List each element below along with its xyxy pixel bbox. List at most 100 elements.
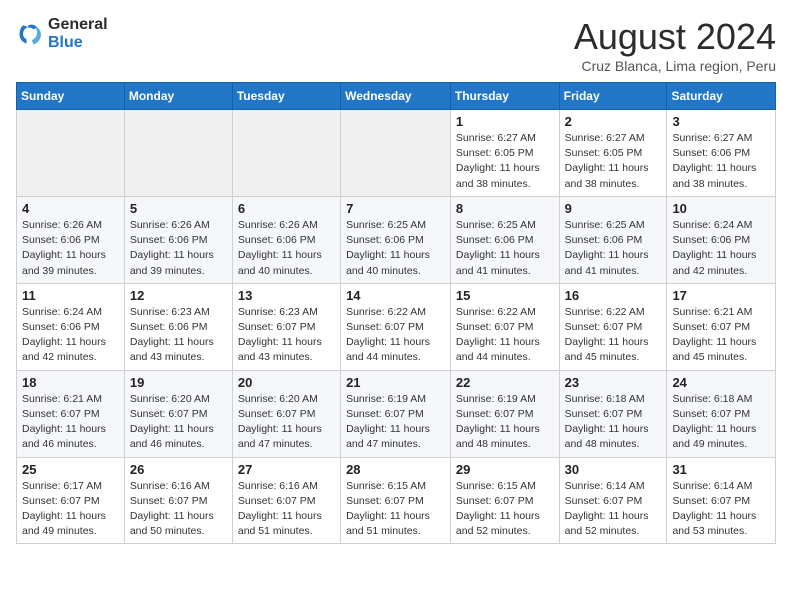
day-detail: Sunrise: 6:26 AM Sunset: 6:06 PM Dayligh… [130, 218, 227, 279]
calendar-cell [232, 110, 340, 197]
day-number: 19 [130, 375, 227, 390]
day-detail: Sunrise: 6:20 AM Sunset: 6:07 PM Dayligh… [130, 392, 227, 453]
calendar-cell: 20 Sunrise: 6:20 AM Sunset: 6:07 PM Dayli… [232, 370, 340, 457]
day-number: 5 [130, 201, 227, 216]
day-detail: Sunrise: 6:27 AM Sunset: 6:05 PM Dayligh… [565, 131, 662, 192]
calendar-cell: 28 Sunrise: 6:15 AM Sunset: 6:07 PM Dayli… [341, 457, 451, 544]
calendar-header-sunday: Sunday [17, 83, 125, 110]
day-number: 27 [238, 462, 335, 477]
day-number: 13 [238, 288, 335, 303]
day-number: 17 [672, 288, 770, 303]
day-detail: Sunrise: 6:27 AM Sunset: 6:06 PM Dayligh… [672, 131, 770, 192]
day-detail: Sunrise: 6:19 AM Sunset: 6:07 PM Dayligh… [346, 392, 445, 453]
calendar-header-friday: Friday [559, 83, 667, 110]
calendar-cell: 8 Sunrise: 6:25 AM Sunset: 6:06 PM Daylig… [450, 196, 559, 283]
day-detail: Sunrise: 6:16 AM Sunset: 6:07 PM Dayligh… [238, 479, 335, 540]
day-number: 20 [238, 375, 335, 390]
day-detail: Sunrise: 6:22 AM Sunset: 6:07 PM Dayligh… [346, 305, 445, 366]
calendar-cell: 7 Sunrise: 6:25 AM Sunset: 6:06 PM Daylig… [341, 196, 451, 283]
calendar-cell: 25 Sunrise: 6:17 AM Sunset: 6:07 PM Dayli… [17, 457, 125, 544]
location-title: Cruz Blanca, Lima region, Peru [574, 58, 776, 74]
day-number: 1 [456, 114, 554, 129]
day-detail: Sunrise: 6:15 AM Sunset: 6:07 PM Dayligh… [346, 479, 445, 540]
calendar-cell: 26Sunrise: 6:16 AM Sunset: 6:07 PM Dayli… [124, 457, 232, 544]
calendar-cell [341, 110, 451, 197]
calendar-cell: 22Sunrise: 6:19 AM Sunset: 6:07 PM Dayli… [450, 370, 559, 457]
day-number: 4 [22, 201, 119, 216]
calendar-week-row: 18 Sunrise: 6:21 AM Sunset: 6:07 PM Dayli… [17, 370, 776, 457]
day-number: 18 [22, 375, 119, 390]
calendar-cell: 10 Sunrise: 6:24 AM Sunset: 6:06 PM Dayli… [667, 196, 776, 283]
day-detail: Sunrise: 6:22 AM Sunset: 6:07 PM Dayligh… [565, 305, 662, 366]
day-detail: Sunrise: 6:14 AM Sunset: 6:07 PM Dayligh… [672, 479, 770, 540]
calendar-cell: 17 Sunrise: 6:21 AM Sunset: 6:07 PM Dayli… [667, 283, 776, 370]
day-detail: Sunrise: 6:25 AM Sunset: 6:06 PM Dayligh… [456, 218, 554, 279]
calendar-header-row: SundayMondayTuesdayWednesdayThursdayFrid… [17, 83, 776, 110]
calendar-cell: 15Sunrise: 6:22 AM Sunset: 6:07 PM Dayli… [450, 283, 559, 370]
day-number: 28 [346, 462, 445, 477]
calendar-header-saturday: Saturday [667, 83, 776, 110]
day-detail: Sunrise: 6:25 AM Sunset: 6:06 PM Dayligh… [565, 218, 662, 279]
calendar-cell: 6 Sunrise: 6:26 AM Sunset: 6:06 PM Daylig… [232, 196, 340, 283]
calendar-header-wednesday: Wednesday [341, 83, 451, 110]
calendar-cell: 27 Sunrise: 6:16 AM Sunset: 6:07 PM Dayli… [232, 457, 340, 544]
day-number: 29 [456, 462, 554, 477]
day-detail: Sunrise: 6:27 AM Sunset: 6:05 PM Dayligh… [456, 131, 554, 192]
day-number: 15 [456, 288, 554, 303]
day-number: 10 [672, 201, 770, 216]
calendar-cell: 1 Sunrise: 6:27 AM Sunset: 6:05 PM Daylig… [450, 110, 559, 197]
logo-text: General Blue [48, 16, 108, 52]
day-detail: Sunrise: 6:19 AM Sunset: 6:07 PM Dayligh… [456, 392, 554, 453]
calendar-header-monday: Monday [124, 83, 232, 110]
calendar-cell: 14Sunrise: 6:22 AM Sunset: 6:07 PM Dayli… [341, 283, 451, 370]
day-detail: Sunrise: 6:26 AM Sunset: 6:06 PM Dayligh… [22, 218, 119, 279]
calendar-header-thursday: Thursday [450, 83, 559, 110]
day-detail: Sunrise: 6:21 AM Sunset: 6:07 PM Dayligh… [672, 305, 770, 366]
calendar-cell: 9 Sunrise: 6:25 AM Sunset: 6:06 PM Daylig… [559, 196, 667, 283]
day-detail: Sunrise: 6:15 AM Sunset: 6:07 PM Dayligh… [456, 479, 554, 540]
day-number: 7 [346, 201, 445, 216]
day-number: 30 [565, 462, 662, 477]
day-number: 31 [672, 462, 770, 477]
calendar-cell: 11 Sunrise: 6:24 AM Sunset: 6:06 PM Dayli… [17, 283, 125, 370]
day-number: 11 [22, 288, 119, 303]
calendar-cell: 13 Sunrise: 6:23 AM Sunset: 6:07 PM Dayli… [232, 283, 340, 370]
title-block: August 2024 Cruz Blanca, Lima region, Pe… [574, 16, 776, 74]
day-number: 16 [565, 288, 662, 303]
day-detail: Sunrise: 6:25 AM Sunset: 6:06 PM Dayligh… [346, 218, 445, 279]
day-detail: Sunrise: 6:23 AM Sunset: 6:07 PM Dayligh… [238, 305, 335, 366]
calendar-week-row: 4 Sunrise: 6:26 AM Sunset: 6:06 PM Daylig… [17, 196, 776, 283]
day-detail: Sunrise: 6:24 AM Sunset: 6:06 PM Dayligh… [672, 218, 770, 279]
calendar-cell: 5 Sunrise: 6:26 AM Sunset: 6:06 PM Daylig… [124, 196, 232, 283]
calendar-table: SundayMondayTuesdayWednesdayThursdayFrid… [16, 82, 776, 544]
calendar-cell: 2 Sunrise: 6:27 AM Sunset: 6:05 PM Daylig… [559, 110, 667, 197]
calendar-cell: 12 Sunrise: 6:23 AM Sunset: 6:06 PM Dayli… [124, 283, 232, 370]
day-number: 8 [456, 201, 554, 216]
day-number: 3 [672, 114, 770, 129]
day-detail: Sunrise: 6:24 AM Sunset: 6:06 PM Dayligh… [22, 305, 119, 366]
day-number: 24 [672, 375, 770, 390]
day-detail: Sunrise: 6:26 AM Sunset: 6:06 PM Dayligh… [238, 218, 335, 279]
page-header: General Blue August 2024 Cruz Blanca, Li… [16, 16, 776, 74]
logo-icon [16, 20, 44, 48]
day-detail: Sunrise: 6:21 AM Sunset: 6:07 PM Dayligh… [22, 392, 119, 453]
calendar-week-row: 1 Sunrise: 6:27 AM Sunset: 6:05 PM Daylig… [17, 110, 776, 197]
day-number: 26 [130, 462, 227, 477]
day-number: 2 [565, 114, 662, 129]
day-number: 25 [22, 462, 119, 477]
day-detail: Sunrise: 6:18 AM Sunset: 6:07 PM Dayligh… [565, 392, 662, 453]
calendar-cell: 16 Sunrise: 6:22 AM Sunset: 6:07 PM Dayli… [559, 283, 667, 370]
day-number: 9 [565, 201, 662, 216]
day-detail: Sunrise: 6:23 AM Sunset: 6:06 PM Dayligh… [130, 305, 227, 366]
day-number: 6 [238, 201, 335, 216]
calendar-cell: 4 Sunrise: 6:26 AM Sunset: 6:06 PM Daylig… [17, 196, 125, 283]
calendar-cell [17, 110, 125, 197]
calendar-cell [124, 110, 232, 197]
day-number: 21 [346, 375, 445, 390]
day-number: 12 [130, 288, 227, 303]
day-detail: Sunrise: 6:17 AM Sunset: 6:07 PM Dayligh… [22, 479, 119, 540]
logo: General Blue [16, 16, 108, 52]
day-detail: Sunrise: 6:20 AM Sunset: 6:07 PM Dayligh… [238, 392, 335, 453]
calendar-cell: 29 Sunrise: 6:15 AM Sunset: 6:07 PM Dayli… [450, 457, 559, 544]
calendar-week-row: 25 Sunrise: 6:17 AM Sunset: 6:07 PM Dayli… [17, 457, 776, 544]
